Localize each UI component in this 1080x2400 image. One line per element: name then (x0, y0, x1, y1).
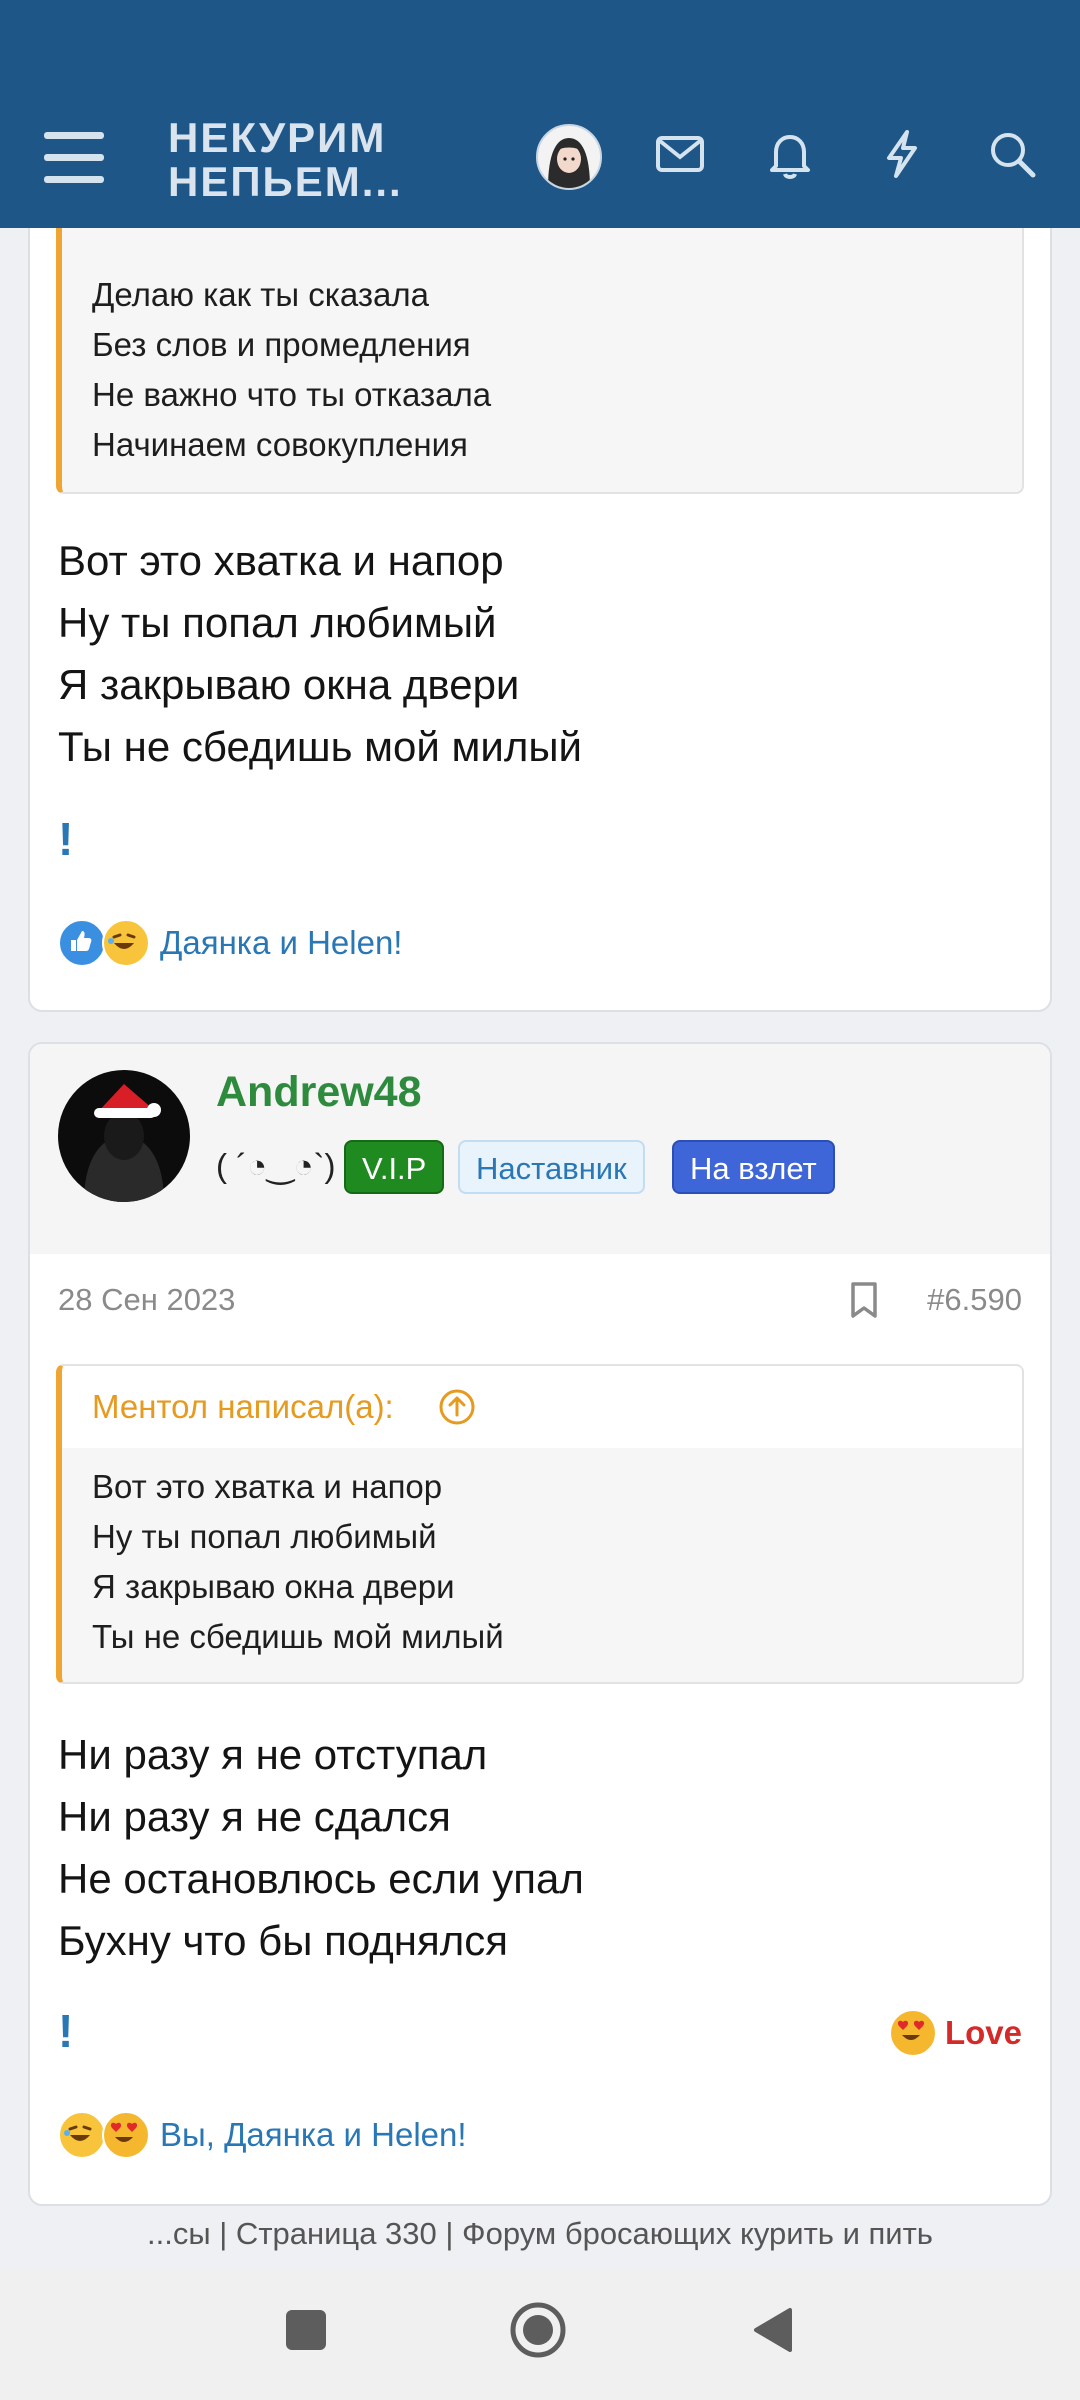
quote-line: Начинаем совокупления (92, 426, 468, 463)
message-line: Ни разу я не сдался (58, 1793, 451, 1840)
arrow-up-circle-icon[interactable] (438, 1388, 476, 1426)
quote-line: Я закрываю окна двери (92, 1568, 455, 1605)
menu-icon[interactable] (44, 132, 104, 184)
quote-line: Ты не сбедишь мой милый (92, 1618, 504, 1655)
user-title: ( ´◔‿◔`) (216, 1147, 336, 1184)
browser-page-title: ...сы | Страница 330 | Форум бросающих к… (147, 2216, 933, 2251)
username[interactable]: Andrew48 (216, 1068, 422, 1117)
quote-line: Ну ты попал любимый (92, 1518, 437, 1555)
quote-block: Ментол написал(а): Вот это хватка и напо… (56, 1364, 1024, 1684)
message-line: Ну ты попал любимый (58, 599, 497, 646)
message-body: Ни разу я не отступал Ни разу я не сдалс… (58, 1724, 584, 1972)
like-icon (58, 919, 106, 967)
mail-icon[interactable] (652, 126, 708, 182)
message-line: Не остановлюсь если упал (58, 1855, 584, 1902)
quote-body: Вот это хватка и напор Ну ты попал любим… (62, 1462, 504, 1662)
post-number[interactable]: #6.590 (927, 1282, 1022, 1318)
android-nav-bar (0, 2270, 1080, 2400)
reactions-text[interactable]: Вы, Даянка и Helen! (160, 2116, 467, 2154)
heart-eyes-icon (102, 2111, 150, 2159)
recent-apps-icon[interactable] (286, 2310, 326, 2350)
quote-line: Не важно что ты отказала (92, 376, 492, 413)
app-header: НЕКУРИМ НЕПЬЕМ... (0, 0, 1080, 228)
bell-icon[interactable] (762, 126, 818, 182)
badge-vip: V.I.P (344, 1140, 445, 1194)
site-logo[interactable]: НЕКУРИМ НЕПЬЕМ... (168, 116, 403, 204)
quote-line: Вот это хватка и напор (92, 1468, 443, 1505)
post-date[interactable]: 28 Сен 2023 (58, 1282, 235, 1318)
reactions-text[interactable]: Даянка и Helen! (160, 924, 402, 962)
back-icon[interactable] (752, 2306, 796, 2354)
message-line: Ты не сбедишь мой милый (58, 723, 582, 770)
reactions-bar[interactable]: Вы, Даянка и Helen! (58, 2110, 467, 2160)
heart-eyes-icon (888, 2009, 937, 2057)
bookmark-icon[interactable] (846, 1280, 882, 1320)
search-icon[interactable] (984, 126, 1040, 182)
user-avatar[interactable] (58, 1070, 190, 1202)
avatar[interactable] (536, 124, 602, 190)
laughing-icon (58, 2111, 106, 2159)
home-icon[interactable] (510, 2302, 566, 2358)
post-card-1: Делаю как ты сказала Без слов и промедле… (28, 150, 1052, 1012)
lightning-icon[interactable] (874, 126, 930, 182)
quote-author: Ментол написал(а): (92, 1388, 394, 1425)
post-card-2: Andrew48 ( ´◔‿◔`) V.I.P Наставник На взл… (28, 1042, 1052, 2206)
laughing-icon (102, 919, 150, 967)
quote-body: Делаю как ты сказала Без слов и промедле… (62, 270, 491, 470)
reactions-bar[interactable]: Даянка и Helen! (58, 918, 402, 968)
message-body: Вот это хватка и напор Ну ты попал любим… (58, 530, 582, 778)
message-line: Я закрываю окна двери (58, 661, 520, 708)
quote-line: Делаю как ты сказала (92, 276, 429, 313)
logo-line-1: НЕКУРИМ (168, 114, 387, 161)
my-reaction[interactable]: Love (888, 2008, 1022, 2058)
badge-mentor: Наставник (458, 1140, 645, 1194)
message-line: Бухну что бы поднялся (58, 1917, 508, 1964)
post-user-header: Andrew48 ( ´◔‿◔`) V.I.P Наставник На взл… (30, 1044, 1050, 1254)
badge-takeoff: На взлет (672, 1140, 835, 1194)
message-line: Ни разу я не отступал (58, 1731, 488, 1778)
logo-line-2: НЕПЬЕМ... (168, 158, 403, 205)
quote-header[interactable]: Ментол написал(а): (62, 1366, 1022, 1448)
reaction-label: Love (944, 2014, 1022, 2051)
react-button[interactable]: ! (58, 812, 73, 866)
message-line: Вот это хватка и напор (58, 537, 504, 584)
react-button[interactable]: ! (58, 2004, 73, 2058)
quote-line: Без слов и промедления (92, 326, 471, 363)
